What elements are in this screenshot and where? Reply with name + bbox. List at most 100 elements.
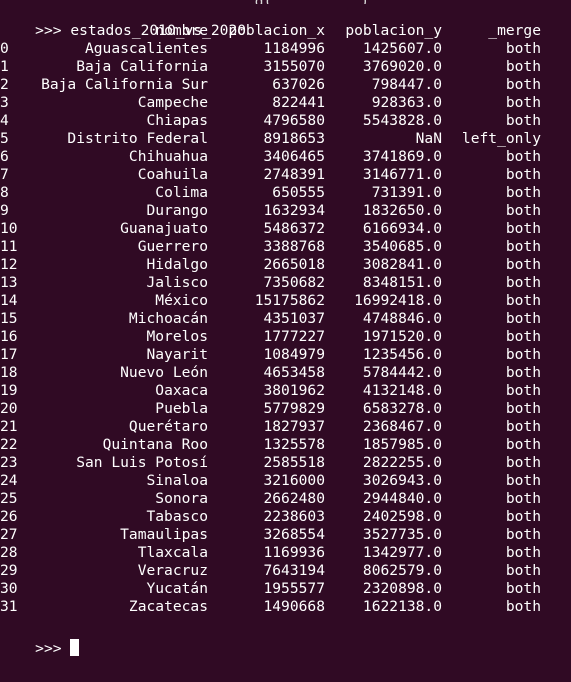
row-index: 13	[0, 274, 18, 291]
cell-merge: both	[505, 166, 541, 183]
cell-nombre: Tlaxcala	[137, 544, 208, 561]
cell-merge: both	[505, 472, 541, 489]
cell-poblacion-x: 7643194	[263, 562, 325, 579]
table-row: 5 Distrito Federal 8918653 NaN left_only	[0, 130, 571, 148]
table-row: 31 Zacatecas 1490668 1622138.0 both	[0, 598, 571, 616]
table-row: 24 Sinaloa 3216000 3026943.0 both	[0, 472, 571, 490]
row-index: 3	[0, 94, 9, 111]
row-index: 0	[0, 40, 9, 57]
cell-poblacion-y: 1857985.0	[362, 436, 442, 453]
cell-merge: both	[505, 454, 541, 471]
cell-nombre: Sinaloa	[146, 472, 208, 489]
cell-merge: both	[505, 238, 541, 255]
cell-poblacion-y: 2944840.0	[362, 490, 442, 507]
cell-poblacion-x: 8918653	[263, 130, 325, 147]
cell-poblacion-x: 2238603	[263, 508, 325, 525]
row-index: 10	[0, 220, 18, 237]
row-index: 25	[0, 490, 18, 507]
table-row: 10 Guanajuato 5486372 6166934.0 both	[0, 220, 571, 238]
cell-nombre: México	[155, 292, 208, 309]
row-index: 17	[0, 346, 18, 363]
row-index: 5	[0, 130, 9, 147]
cell-nombre: Nayarit	[146, 346, 208, 363]
cell-nombre: Nuevo León	[120, 364, 208, 381]
cell-poblacion-y: 798447.0	[371, 76, 442, 93]
table-row: 25 Sonora 2662480 2944840.0 both	[0, 490, 571, 508]
table-row: 15 Michoacán 4351037 4748846.0 both	[0, 310, 571, 328]
cell-merge: both	[505, 112, 541, 129]
cell-poblacion-y: 3540685.0	[362, 238, 442, 255]
row-index: 4	[0, 112, 9, 129]
cell-merge: both	[505, 202, 541, 219]
cell-merge: left_only	[461, 130, 541, 147]
cell-poblacion-y: 1342977.0	[362, 544, 442, 561]
cell-poblacion-x: 2748391	[263, 166, 325, 183]
table-row: 11 Guerrero 3388768 3540685.0 both	[0, 238, 571, 256]
table-row: 19 Oaxaca 3801962 4132148.0 both	[0, 382, 571, 400]
row-index: 26	[0, 508, 18, 525]
table-row: 9 Durango 1632934 1832650.0 both	[0, 202, 571, 220]
cell-nombre: Zacatecas	[128, 598, 208, 615]
cell-merge: both	[505, 40, 541, 57]
cell-poblacion-x: 1169936	[263, 544, 325, 561]
cell-poblacion-x: 1827937	[263, 418, 325, 435]
cell-poblacion-y: 2822255.0	[362, 454, 442, 471]
cell-merge: both	[505, 184, 541, 201]
cell-merge: both	[505, 148, 541, 165]
row-index: 22	[0, 436, 18, 453]
row-index: 29	[0, 562, 18, 579]
command-line: >>> estados_2010_vs_2020	[0, 4, 571, 39]
cell-poblacion-y: 5543828.0	[362, 112, 442, 129]
table-row: 3 Campeche 822441 928363.0 both	[0, 94, 571, 112]
cell-nombre: Colima	[155, 184, 208, 201]
cell-poblacion-x: 1632934	[263, 202, 325, 219]
cell-poblacion-y: 3527735.0	[362, 526, 442, 543]
cell-poblacion-x: 2665018	[263, 256, 325, 273]
cell-merge: both	[505, 562, 541, 579]
cell-poblacion-x: 4796580	[263, 112, 325, 129]
table-body: 0 Aguascalientes 1184996 1425607.0 both 1 Baja…	[0, 40, 571, 616]
cell-poblacion-y: 2320898.0	[362, 580, 442, 597]
table-row: 12 Hidalgo 2665018 3082841.0 both	[0, 256, 571, 274]
table-row: 22 Quintana Roo 1325578 1857985.0 both	[0, 436, 571, 454]
cell-poblacion-y: 8348151.0	[362, 274, 442, 291]
cell-merge: both	[505, 418, 541, 435]
cell-poblacion-x: 4653458	[263, 364, 325, 381]
cell-nombre: Campeche	[137, 94, 208, 111]
cell-poblacion-x: 650555	[272, 184, 325, 201]
cell-nombre: Tamaulipas	[120, 526, 208, 543]
cell-nombre: Veracruz	[137, 562, 208, 579]
row-index: 19	[0, 382, 18, 399]
table-row: 13 Jalisco 7350682 8348151.0 both	[0, 274, 571, 292]
terminal[interactable]: _ _ _ _ g( _ ) >>> estados_2010_vs_2020 …	[0, 0, 571, 657]
column-header-poblacion-x: poblacion_x	[228, 22, 325, 39]
column-header-poblacion-y: poblacion_y	[345, 22, 442, 39]
input-line[interactable]: >>>	[0, 616, 571, 657]
cell-merge: both	[505, 490, 541, 507]
cell-nombre: Coahuila	[137, 166, 208, 183]
cell-merge: both	[505, 292, 541, 309]
cell-poblacion-x: 3268554	[263, 526, 325, 543]
cell-merge: both	[505, 310, 541, 327]
cell-merge: both	[505, 580, 541, 597]
row-index: 20	[0, 400, 18, 417]
cell-poblacion-x: 1490668	[263, 598, 325, 615]
cell-poblacion-x: 1084979	[263, 346, 325, 363]
text-cursor	[70, 639, 80, 656]
cell-nombre: Hidalgo	[146, 256, 208, 273]
cell-poblacion-y: 2368467.0	[362, 418, 442, 435]
table-header: nombre poblacion_x poblacion_y _merge	[0, 22, 571, 40]
cell-nombre: Quintana Roo	[102, 436, 208, 453]
table-row: 30 Yucatán 1955577 2320898.0 both	[0, 580, 571, 598]
cell-poblacion-x: 1325578	[263, 436, 325, 453]
cell-nombre: Sonora	[155, 490, 208, 507]
cell-poblacion-x: 2585518	[263, 454, 325, 471]
row-index: 11	[0, 238, 18, 255]
cell-merge: both	[505, 544, 541, 561]
cell-poblacion-x: 4351037	[263, 310, 325, 327]
cell-nombre: Chihuahua	[128, 148, 208, 165]
cell-nombre: Durango	[146, 202, 208, 219]
cell-merge: both	[505, 346, 541, 363]
cell-poblacion-x: 15175862	[254, 292, 325, 309]
cell-poblacion-y: 6583278.0	[362, 400, 442, 417]
